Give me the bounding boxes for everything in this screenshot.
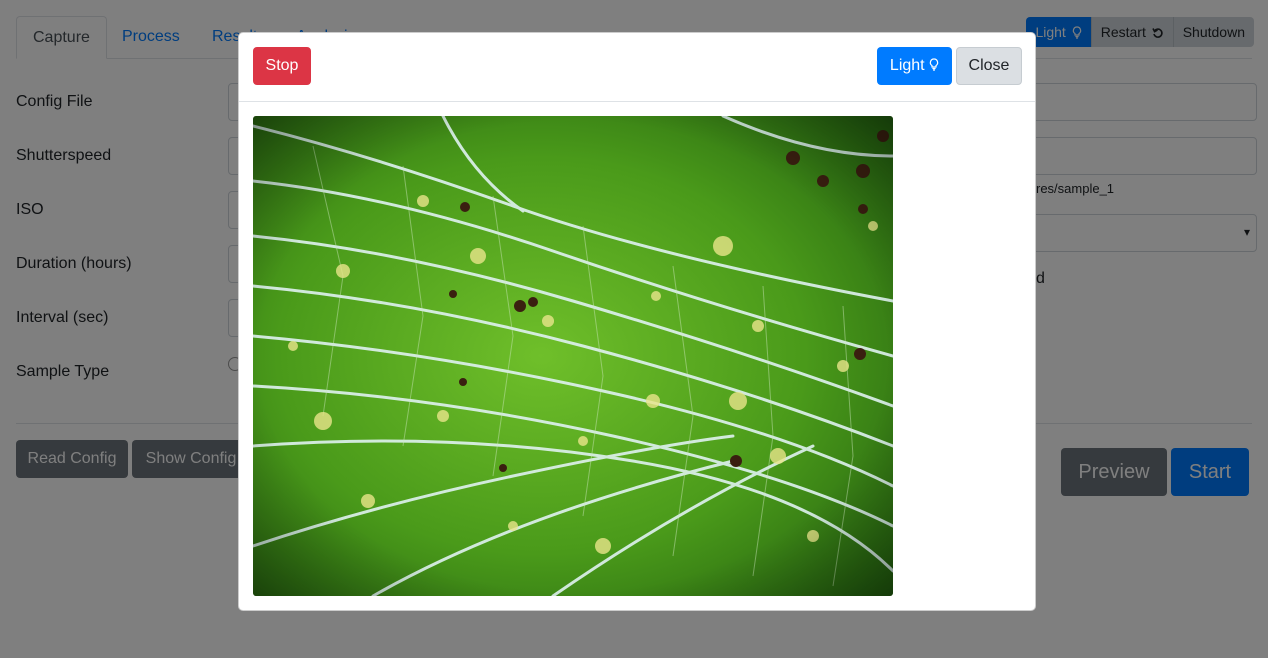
lightbulb-icon <box>929 58 939 71</box>
modal-header: Stop Light Close <box>239 33 1035 102</box>
modal-light-label: Light <box>889 57 925 74</box>
preview-modal: Stop Light Close <box>238 32 1036 611</box>
stop-button[interactable]: Stop <box>253 47 311 85</box>
close-button[interactable]: Close <box>956 47 1022 85</box>
modal-light-button[interactable]: Light <box>877 47 952 85</box>
leaf-image-svg <box>253 116 893 596</box>
leaf-preview-image <box>253 116 893 596</box>
